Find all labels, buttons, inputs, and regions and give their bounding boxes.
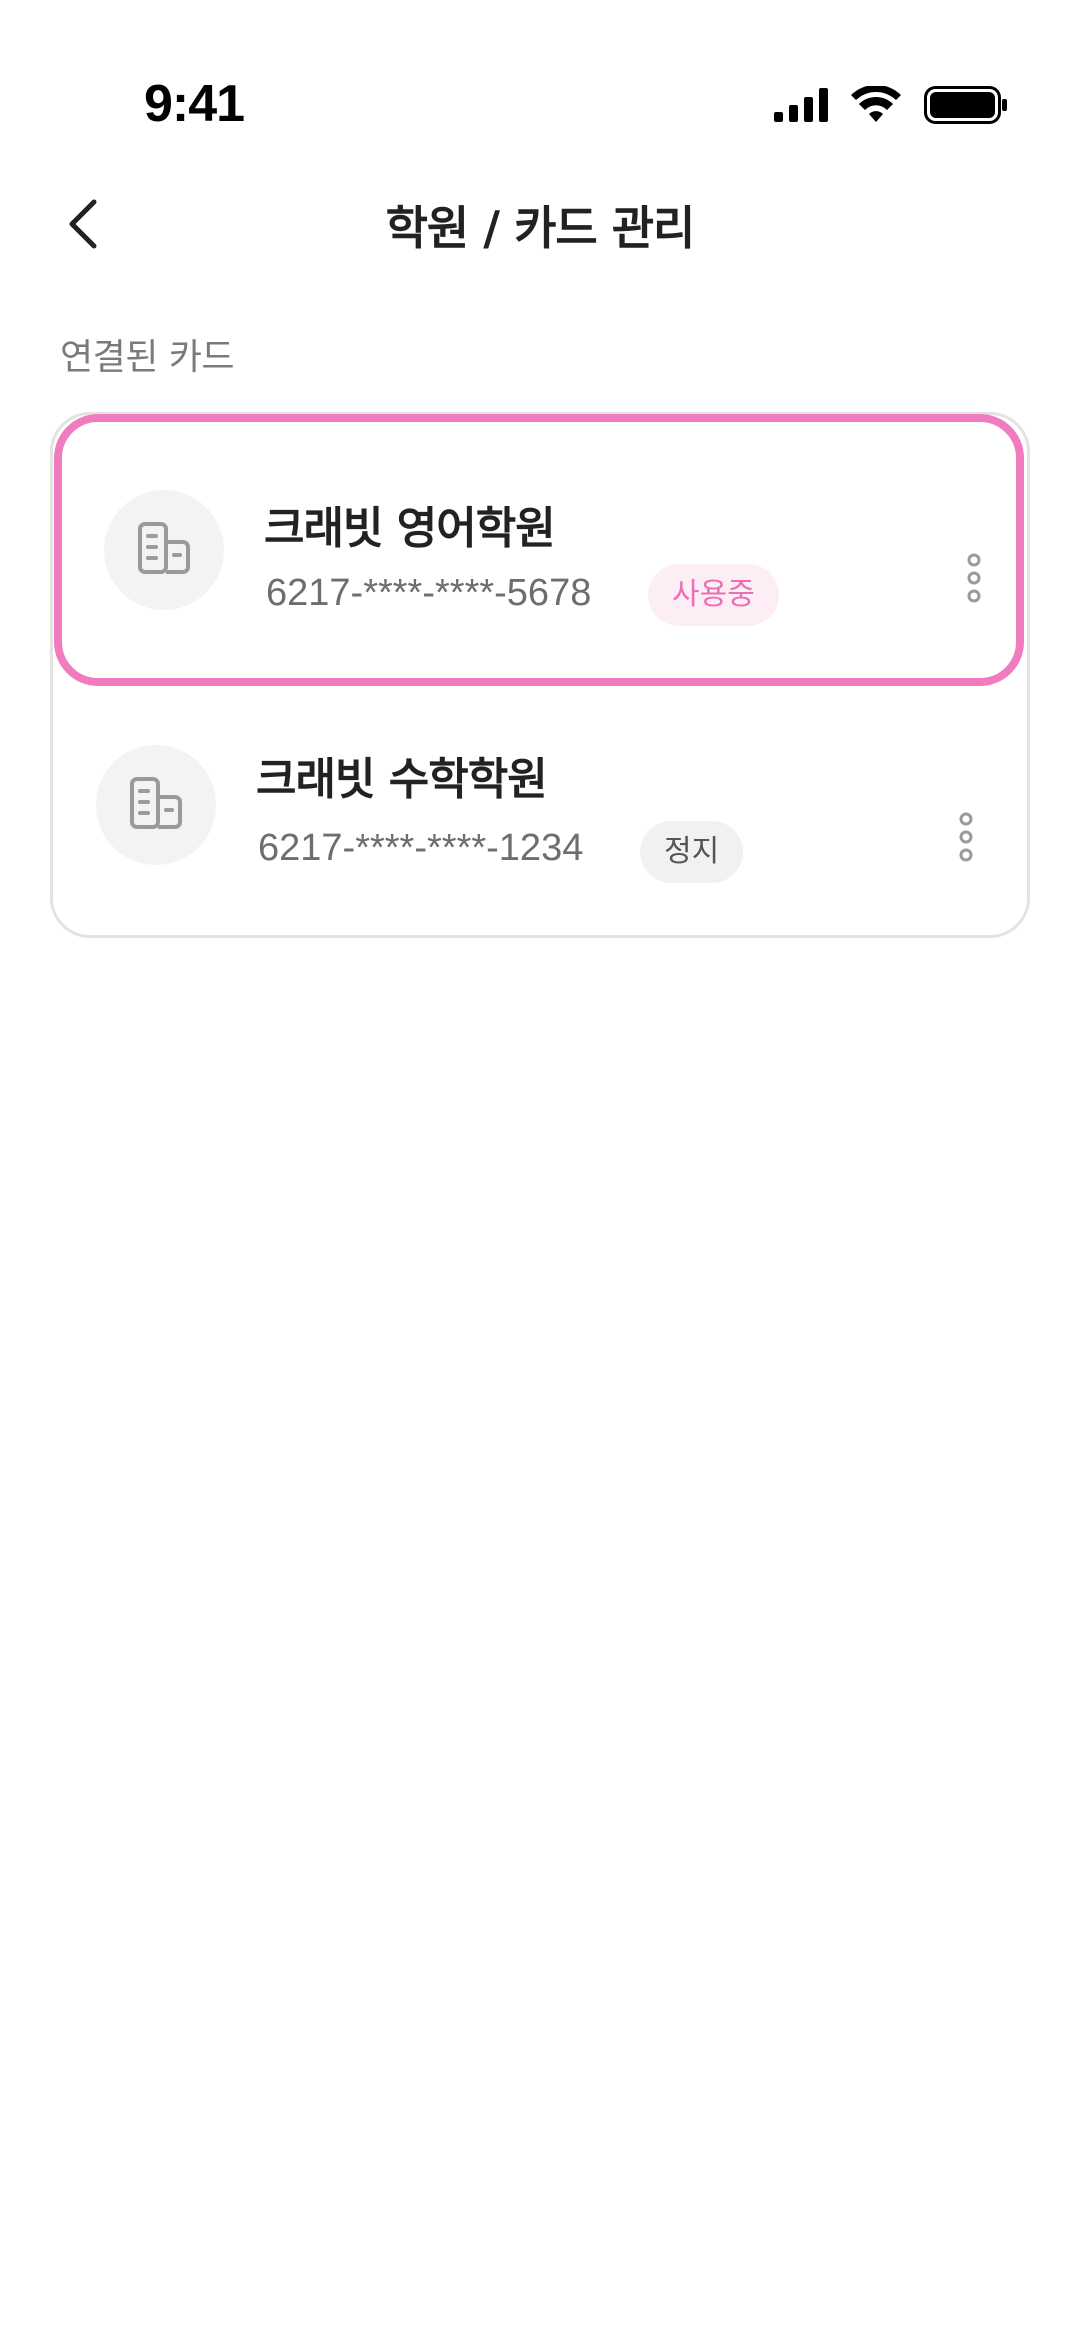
building-icon	[126, 773, 186, 837]
card-item-english-academy[interactable]: 크래빗 영어학원 6217-****-****-5678 사용중	[54, 414, 1024, 686]
org-avatar	[96, 745, 216, 865]
more-options-button[interactable]	[944, 540, 1004, 620]
card-name: 크래빗 영어학원	[264, 503, 556, 554]
org-avatar	[104, 490, 224, 610]
more-vertical-icon	[966, 552, 982, 608]
card-item-math-academy[interactable]: 크래빗 수학학원 6217-****-****-1234 정지	[50, 675, 1030, 939]
status-icons	[774, 86, 1008, 124]
card-number: 6217-****-****-1234	[258, 827, 584, 869]
battery-icon	[924, 86, 1008, 124]
card-number: 6217-****-****-5678	[266, 572, 592, 614]
more-options-button[interactable]	[936, 799, 996, 879]
status-badge: 정지	[640, 821, 744, 883]
wifi-icon	[850, 86, 902, 124]
status-badge: 사용중	[648, 564, 779, 626]
section-label: 연결된 카드	[60, 337, 235, 378]
status-bar: 9:41	[0, 0, 1080, 160]
cellular-signal-icon	[774, 88, 828, 122]
header: 학원 / 카드 관리	[0, 170, 1080, 280]
building-icon	[134, 518, 194, 582]
card-name: 크래빗 수학학원	[256, 754, 548, 805]
card-list: 크래빗 영어학원 6217-****-****-5678 사용중 크래빗 수학학…	[50, 412, 1030, 938]
page-title: 학원 / 카드 관리	[385, 201, 696, 255]
more-vertical-icon	[958, 811, 974, 867]
status-time: 9:41	[144, 75, 245, 133]
